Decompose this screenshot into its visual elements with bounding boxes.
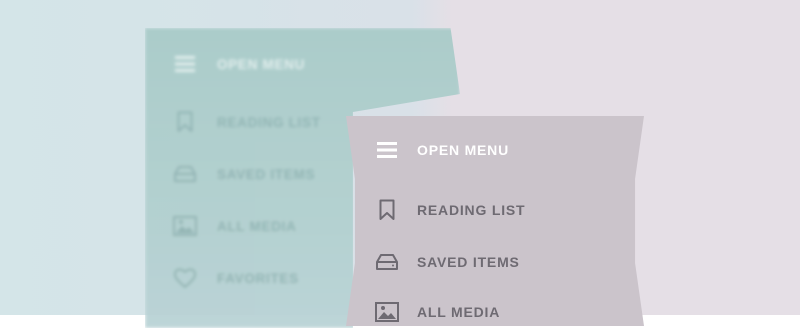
foreground-menu-header[interactable]: OPEN MENU (374, 138, 509, 162)
hamburger-icon (374, 138, 400, 162)
background-menu-header-label: OPEN MENU (217, 56, 306, 72)
background-menu-item-all-media[interactable]: ALL MEDIA (172, 214, 297, 238)
foreground-menu-item-label: ALL MEDIA (417, 304, 501, 320)
bookmark-icon (374, 198, 400, 222)
bookmark-icon (172, 110, 198, 134)
foreground-menu-item-all-media[interactable]: ALL MEDIA (374, 300, 500, 324)
background-menu-item-saved-items[interactable]: SAVED ITEMS (172, 162, 315, 186)
foreground-menu-item-saved-items[interactable]: SAVED ITEMS (374, 250, 520, 274)
foreground-menu-panel: OPEN MENU READING LIST SAVED ITEMS ALL M… (346, 116, 644, 326)
foreground-menu-item-label: READING LIST (417, 202, 526, 218)
background-menu-item-label: ALL MEDIA (217, 218, 297, 234)
foreground-menu-item-label: SAVED ITEMS (417, 254, 520, 270)
background-menu-item-favorites[interactable]: FAVORITES (172, 266, 299, 290)
foreground-menu-header-label: OPEN MENU (417, 142, 509, 158)
background-menu-item-reading-list[interactable]: READING LIST (172, 110, 321, 134)
background-menu-item-label: READING LIST (217, 114, 321, 130)
drive-icon (374, 250, 400, 274)
image-icon (374, 300, 400, 324)
foreground-menu-item-reading-list[interactable]: READING LIST (374, 198, 525, 222)
image-icon (172, 214, 198, 238)
background-menu-item-label: SAVED ITEMS (217, 166, 316, 182)
background-menu-item-label: FAVORITES (217, 270, 299, 286)
background-menu-header[interactable]: OPEN MENU (172, 52, 305, 76)
hamburger-icon (172, 52, 198, 76)
heart-icon (172, 266, 198, 290)
drive-icon (172, 162, 198, 186)
